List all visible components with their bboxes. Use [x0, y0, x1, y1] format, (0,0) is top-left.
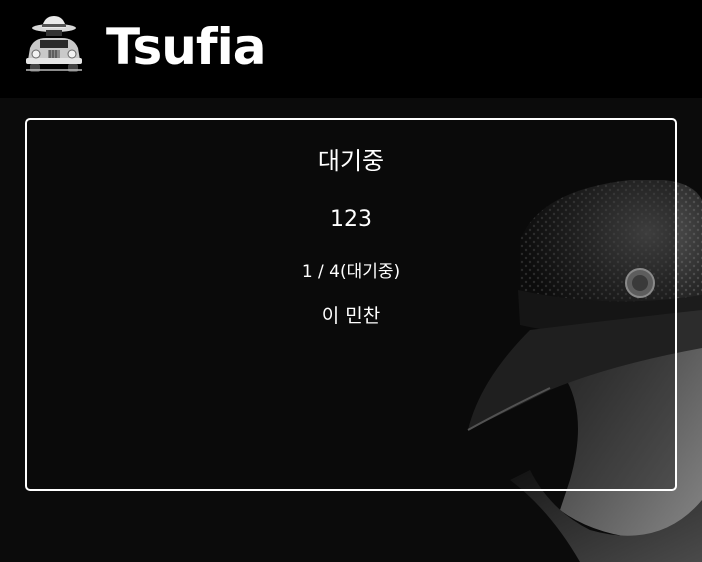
room-host: 이 민찬	[321, 305, 381, 327]
brand-title[interactable]: Tsufia	[106, 12, 266, 82]
header-bar: Tsufia	[0, 0, 702, 98]
room-status: 대기중	[317, 147, 385, 175]
room-name: 123	[330, 207, 372, 232]
room-card[interactable]: 대기중 123 1 / 4(대기중) 이 민찬	[25, 118, 677, 491]
player-count: 1 / 4(대기중)	[301, 262, 401, 282]
gangster-car-logo-icon[interactable]	[22, 14, 86, 76]
page: Tsufia 대기중 123 1 / 4(대기중) 이 민찬	[0, 0, 702, 562]
